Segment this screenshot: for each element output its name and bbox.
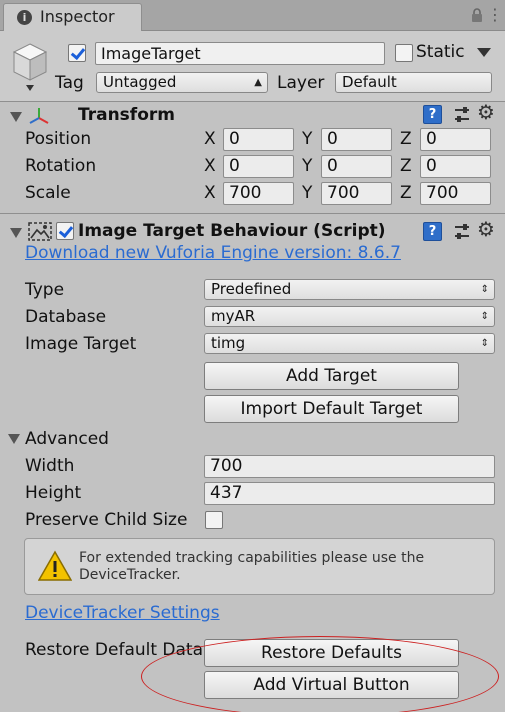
height-field[interactable]: 437: [204, 482, 495, 505]
scale-z-field[interactable]: 700: [420, 182, 491, 205]
axis-z-label: Z: [400, 183, 412, 203]
position-x-field[interactable]: 0: [223, 128, 294, 151]
transform-title: Transform: [78, 105, 175, 125]
axis-y-label: Y: [302, 156, 313, 176]
axis-y-label: Y: [302, 183, 313, 203]
transform-header[interactable]: Transform ? ⚙: [0, 101, 505, 131]
type-value: Predefined: [211, 280, 292, 298]
image-target-label: Image Target: [25, 334, 137, 354]
database-dropdown[interactable]: myAR ⇕: [204, 306, 495, 327]
transform-axis-icon: [29, 108, 49, 124]
height-label: Height: [25, 483, 82, 503]
rotation-y-field[interactable]: 0: [321, 155, 392, 178]
gear-icon[interactable]: ⚙: [477, 101, 495, 123]
static-dropdown-icon[interactable]: [477, 48, 491, 57]
position-label: Position: [25, 129, 92, 149]
lock-icon[interactable]: [471, 8, 483, 22]
gameobject-cube-icon: [12, 43, 48, 91]
type-label: Type: [25, 280, 65, 300]
transform-header-icons: ? ⚙: [423, 101, 505, 127]
image-target-value: timg: [211, 334, 246, 352]
preserve-child-size-checkbox[interactable]: [205, 511, 223, 529]
menu-icon[interactable]: ⋮: [487, 7, 503, 23]
dropdown-arrows-icon: ⇕: [480, 338, 489, 349]
preset-sliders-icon[interactable]: [453, 106, 471, 124]
tag-dropdown[interactable]: Untagged ▲: [96, 72, 268, 93]
tab-bar: i Inspector ⋮: [0, 0, 505, 31]
axis-z-label: Z: [400, 156, 412, 176]
axis-x-label: X: [204, 156, 216, 176]
image-target-icon: [28, 222, 52, 241]
axis-x-label: X: [204, 183, 216, 203]
gear-icon[interactable]: ⚙: [477, 218, 495, 240]
script-header-icons: ? ⚙: [423, 218, 505, 244]
foldout-open-icon[interactable]: [10, 228, 22, 238]
layer-dropdown[interactable]: Default: [335, 72, 492, 93]
image-target-behaviour-header[interactable]: Image Target Behaviour (Script) ? ⚙: [0, 218, 505, 246]
advanced-label[interactable]: Advanced: [25, 429, 109, 449]
tab-inspector[interactable]: i Inspector: [3, 3, 142, 31]
add-virtual-button-button[interactable]: Add Virtual Button: [204, 671, 459, 699]
dropdown-arrows-icon: ⇕: [480, 311, 489, 322]
helpbox-line-2: DeviceTracker.: [79, 567, 181, 583]
static-checkbox[interactable]: [395, 44, 413, 62]
scale-label: Scale: [25, 183, 71, 203]
layer-label: Layer: [277, 73, 325, 93]
download-vuforia-link[interactable]: Download new Vuforia Engine version: 8.6…: [25, 243, 401, 263]
rotation-x-field[interactable]: 0: [223, 155, 294, 178]
help-icon[interactable]: ?: [423, 105, 442, 124]
section-divider: [0, 213, 505, 214]
foldout-open-icon[interactable]: [10, 112, 22, 122]
database-label: Database: [25, 307, 107, 327]
static-label: Static: [416, 42, 465, 62]
object-header: ImageTarget Static Tag Untagged ▲ Layer …: [0, 31, 505, 102]
devicetracker-settings-link[interactable]: DeviceTracker Settings: [25, 603, 220, 623]
object-name-field[interactable]: ImageTarget: [95, 42, 385, 65]
restore-defaults-button[interactable]: Restore Defaults: [204, 639, 459, 667]
dropdown-arrows-icon: ▲: [254, 77, 262, 88]
dropdown-arrows-icon: ⇕: [480, 284, 489, 295]
script-enabled-checkbox[interactable]: [56, 222, 74, 240]
image-target-dropdown[interactable]: timg ⇕: [204, 333, 495, 354]
import-default-target-button[interactable]: Import Default Target: [204, 395, 459, 423]
script-title: Image Target Behaviour (Script): [78, 221, 386, 241]
width-field[interactable]: 700: [204, 455, 495, 478]
layer-value: Default: [342, 73, 397, 91]
axis-y-label: Y: [302, 129, 313, 149]
helpbox-text: For extended tracking capabilities pleas…: [79, 550, 424, 584]
warning-icon: [38, 550, 72, 581]
restore-default-data-label: Restore Default Data: [25, 640, 203, 660]
axis-z-label: Z: [400, 129, 412, 149]
preset-sliders-icon[interactable]: [453, 223, 471, 241]
active-checkbox[interactable]: [68, 44, 86, 62]
info-icon: i: [17, 10, 32, 25]
position-y-field[interactable]: 0: [321, 128, 392, 151]
preserve-child-size-label: Preserve Child Size: [25, 510, 188, 530]
tag-value: Untagged: [103, 73, 177, 91]
tab-label: Inspector: [40, 7, 115, 26]
add-target-button[interactable]: Add Target: [204, 362, 459, 390]
scale-x-field[interactable]: 700: [223, 182, 294, 205]
advanced-foldout-icon[interactable]: [8, 434, 20, 444]
help-icon[interactable]: ?: [423, 222, 442, 241]
helpbox-line-1: For extended tracking capabilities pleas…: [79, 550, 425, 566]
position-z-field[interactable]: 0: [420, 128, 491, 151]
rotation-label: Rotation: [25, 156, 97, 176]
rotation-z-field[interactable]: 0: [420, 155, 491, 178]
axis-x-label: X: [204, 129, 216, 149]
type-dropdown[interactable]: Predefined ⇕: [204, 279, 495, 300]
database-value: myAR: [211, 307, 256, 325]
info-helpbox: For extended tracking capabilities pleas…: [24, 538, 495, 595]
scale-y-field[interactable]: 700: [321, 182, 392, 205]
tag-label: Tag: [55, 73, 84, 93]
width-label: Width: [25, 456, 75, 476]
